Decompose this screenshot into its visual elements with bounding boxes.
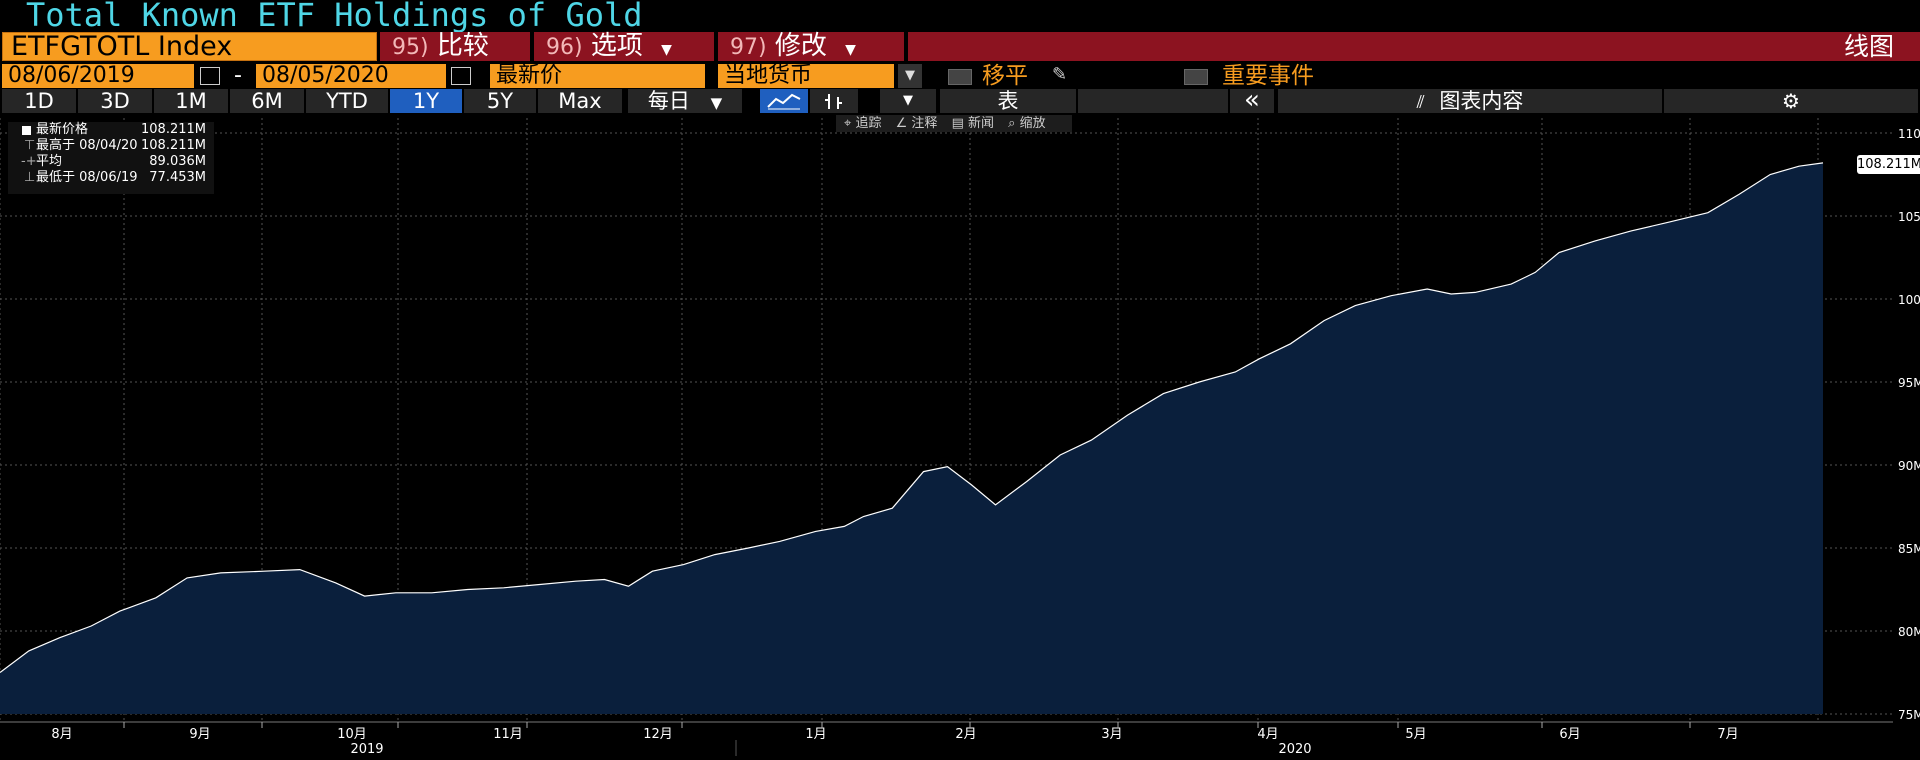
legend-avg-value: 89.036M (149, 154, 206, 169)
x-tick-label: 5月 (1405, 727, 1426, 742)
x-tick-label: 8月 (51, 727, 72, 742)
x-tick-label: 11月 (493, 727, 523, 742)
x-tick-label: 9月 (189, 727, 210, 742)
year-label: 2020 (1278, 742, 1311, 757)
legend-high-label: 最高于 08/04/20 (36, 138, 138, 153)
annotate-button[interactable]: 注释 (911, 116, 937, 131)
chart-area: 75M 80M 85M 90M 95M 100M 105M 110M 8月 9月 10月 11月 12月… (0, 118, 1920, 757)
year-label: 2019 (350, 742, 383, 757)
chart-tools-bar: ⌖ 追踪 ∠ 注释 ▤ 新闻 ⌕ 缩放 (836, 115, 1072, 132)
legend-panel: 最新价格 108.211M ⊤ 最高于 08/04/20 108.211M -+… (8, 122, 214, 194)
track-button[interactable]: 追踪 (855, 116, 881, 131)
x-tick-label: 3月 (1101, 727, 1122, 742)
area-fill (0, 162, 1823, 714)
x-tick-label: 7月 (1717, 727, 1738, 742)
y-tick-label: 100M (1898, 293, 1920, 307)
y-tick-label: 75M (1898, 708, 1920, 722)
legend-swatch (22, 126, 31, 135)
x-tick-label: 1月 (805, 727, 826, 742)
news-icon[interactable]: ▤ (952, 116, 964, 131)
zoom-button[interactable]: 缩放 (1020, 116, 1046, 131)
zoom-icon[interactable]: ⌕ (1008, 116, 1015, 131)
legend-high-value: 108.211M (141, 138, 206, 153)
y-tick-label: 85M (1898, 542, 1920, 556)
y-tick-label: 110M (1898, 127, 1920, 141)
y-tick-label: 105M (1898, 210, 1920, 224)
legend-row-high: ⊤ 最高于 08/04/20 108.211M (8, 138, 214, 154)
news-button[interactable]: 新闻 (968, 116, 994, 131)
legend-last-value: 108.211M (141, 122, 206, 137)
legend-row-avg: -+- 平均 89.036M (8, 154, 214, 170)
track-icon[interactable]: ⌖ (844, 116, 851, 131)
y-tick-label: 90M (1898, 459, 1920, 473)
x-tick-label: 10月 (337, 727, 367, 742)
legend-last-label: 最新价格 (36, 122, 89, 137)
y-tick-label: 80M (1898, 625, 1920, 639)
legend-avg-label: 平均 (36, 154, 63, 169)
y-tick-label: 95M (1898, 376, 1920, 390)
high-marker-icon: ⊤ (24, 138, 36, 153)
x-tick-label: 4月 (1257, 727, 1278, 742)
legend-row-low: ⊥ 最低于 08/06/19 77.453M (8, 170, 214, 186)
last-value-tag: 108.211M (1857, 155, 1920, 174)
legend-row-last[interactable]: 最新价格 108.211M (8, 122, 214, 138)
annotate-icon[interactable]: ∠ (896, 116, 908, 131)
low-marker-icon: ⊥ (24, 170, 36, 185)
x-tick-label: 12月 (643, 727, 673, 742)
x-tick-label: 2月 (955, 727, 976, 742)
legend-low-value: 77.453M (149, 170, 206, 185)
x-tick-label: 6月 (1559, 727, 1580, 742)
legend-low-label: 最低于 08/06/19 (36, 170, 138, 185)
